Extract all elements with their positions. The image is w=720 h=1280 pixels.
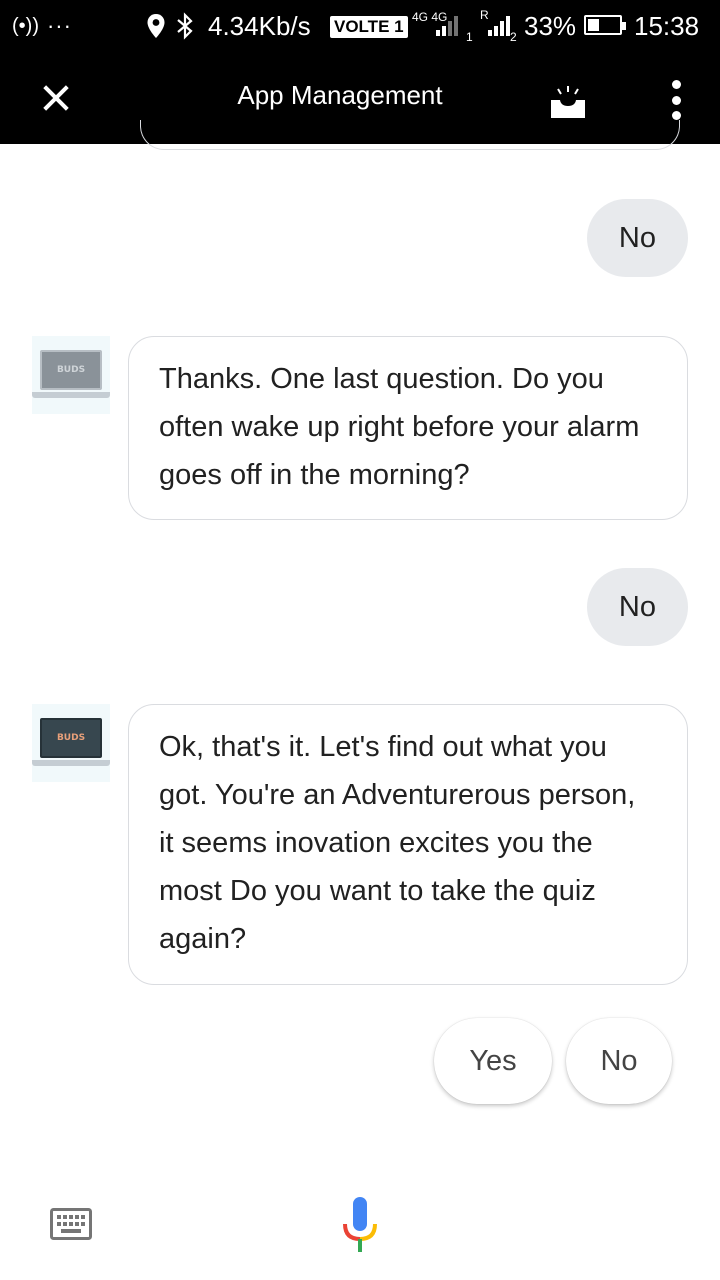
bluetooth-icon xyxy=(174,0,196,52)
volte-badge: VOLTE 1 xyxy=(330,16,408,38)
more-notifications-icon: ··· xyxy=(46,13,72,38)
signal-sim2-icon xyxy=(488,14,510,36)
keyboard-icon[interactable] xyxy=(50,1208,92,1240)
avatar-label: BUDS xyxy=(40,350,102,390)
status-left: (•)) ··· xyxy=(12,0,72,52)
user-message: No xyxy=(586,568,688,646)
clock: 15:38 xyxy=(634,10,700,41)
sim1-label: 1 xyxy=(466,30,473,44)
google-mic-icon[interactable] xyxy=(336,1194,384,1256)
user-message: No xyxy=(586,199,688,277)
app-title: App Management xyxy=(237,80,443,110)
bot-message: Ok, that's it. Let's find out what you g… xyxy=(128,704,688,985)
suggestion-chip-yes[interactable]: Yes xyxy=(434,1018,552,1104)
battery-percent: 33% xyxy=(524,10,577,41)
laptop-base xyxy=(32,392,110,398)
battery-icon xyxy=(584,15,626,35)
close-icon[interactable] xyxy=(28,74,84,122)
sim2-label: 2 xyxy=(510,30,517,44)
signal-sim1-icon xyxy=(436,14,458,36)
status-bar: (•)) ··· 4.34Kb/s VOLTE 1 4G 4G 1 R 2 33… xyxy=(0,0,720,52)
laptop-base xyxy=(32,760,110,766)
bot-avatar: BUDS xyxy=(32,336,110,414)
more-vert-icon[interactable] xyxy=(660,76,692,124)
bot-avatar: BUDS xyxy=(32,704,110,782)
suggestion-chip-no[interactable]: No xyxy=(566,1018,672,1104)
avatar-label: BUDS xyxy=(40,718,102,758)
location-icon xyxy=(146,0,166,52)
hotspot-icon: (•)) xyxy=(12,14,39,37)
inbox-tray-icon[interactable] xyxy=(546,84,590,124)
bot-message: Thanks. One last question. Do you often … xyxy=(128,336,688,520)
network-speed: 4.34Kb/s xyxy=(208,10,311,41)
previous-bot-bubble xyxy=(140,120,680,150)
